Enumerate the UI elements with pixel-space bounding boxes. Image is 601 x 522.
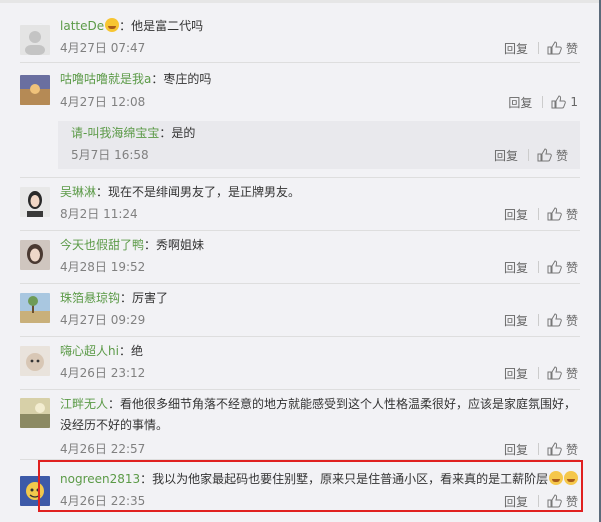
- reply-button[interactable]: 回复: [504, 206, 528, 223]
- timestamp: 5月7日 16:58: [71, 148, 149, 162]
- avatar-cat[interactable]: [20, 346, 50, 376]
- like-button[interactable]: 赞: [566, 312, 578, 329]
- comment-actions: 回复 赞: [504, 312, 578, 328]
- comment-text: 珠箔悬琼钩：厉害了: [60, 291, 169, 305]
- timestamp: 4月26日 22:57: [60, 442, 146, 456]
- comment-body: 是的: [171, 126, 196, 140]
- thumbs-up-icon[interactable]: [551, 95, 567, 109]
- comment-body: 厉害了: [132, 291, 169, 305]
- action-divider: [537, 367, 539, 379]
- action-divider: [542, 96, 544, 108]
- comment-body: 他是富二代吗: [131, 19, 204, 33]
- comment-actions: 回复 赞: [504, 206, 578, 222]
- timestamp: 8月2日 11:24: [60, 207, 138, 221]
- sub-reply-block: 请-叫我海绵宝宝：是的 5月7日 16:58 回复 赞: [58, 121, 580, 169]
- comment-actions: 回复 赞: [504, 365, 578, 381]
- comment-actions: 回复 1: [508, 94, 578, 110]
- comment-body: 秀啊姐妹: [156, 238, 205, 252]
- comment-body: 现在不是绯闻男友了，是正牌男友。: [108, 185, 301, 199]
- comment-actions: 回复 赞: [504, 441, 578, 457]
- timestamp: 4月26日 23:12: [60, 366, 146, 380]
- comment-text: 吴琳淋：现在不是绯闻男友了，是正牌男友。: [60, 185, 301, 199]
- avatar-portrait[interactable]: [20, 187, 50, 217]
- username-link[interactable]: 吴琳淋: [60, 185, 96, 199]
- comment-item: 吴琳淋：现在不是绯闻男友了，是正牌男友。 8月2日 11:24 回复 赞: [0, 178, 596, 231]
- like-button[interactable]: 赞: [566, 441, 578, 458]
- thumbs-up-icon[interactable]: [547, 260, 562, 274]
- like-count[interactable]: 1: [570, 95, 578, 109]
- thumbs-up-icon[interactable]: [547, 313, 562, 327]
- username-link[interactable]: 嗨心超人hi: [60, 344, 119, 358]
- action-divider: [537, 208, 539, 220]
- avatar-landscape[interactable]: [20, 293, 50, 323]
- comment-text: 咕噜咕噜就是我a：枣庄的吗: [60, 72, 212, 86]
- reply-button[interactable]: 回复: [504, 40, 528, 57]
- comment-item: 珠箔悬琼钩：厉害了 4月27日 09:29 回复 赞: [0, 284, 596, 337]
- thumbs-up-icon[interactable]: [547, 442, 562, 456]
- reply-button[interactable]: 回复: [494, 147, 518, 164]
- reply-button[interactable]: 回复: [504, 441, 528, 458]
- comment-actions: 回复 赞: [504, 259, 578, 275]
- comment-item: 江畔无人：看他很多细节角落不经意的地方就能感受到这个人性格温柔很好，应该是家庭氛…: [0, 390, 596, 460]
- action-divider: [527, 149, 529, 161]
- timestamp: 4月28日 19:52: [60, 260, 146, 274]
- thumbs-up-icon[interactable]: [537, 148, 552, 162]
- vip-badge-icon: [105, 18, 120, 32]
- username-link[interactable]: 咕噜咕噜就是我a: [60, 72, 151, 86]
- comment-text: 今天也假甜了鸭：秀啊姐妹: [60, 238, 205, 252]
- username-link[interactable]: latteDe: [60, 19, 104, 33]
- highlight-annotation: [38, 460, 583, 512]
- thumbs-up-icon[interactable]: [547, 207, 562, 221]
- like-button[interactable]: 赞: [566, 259, 578, 276]
- like-button[interactable]: 赞: [566, 40, 578, 57]
- reply-button[interactable]: 回复: [508, 94, 532, 111]
- comment-item: latteDe ：他是富二代吗 4月27日 07:47 回复 赞: [0, 3, 596, 63]
- timestamp: 4月27日 12:08: [60, 95, 146, 109]
- like-button[interactable]: 赞: [566, 365, 578, 382]
- thumbs-up-icon[interactable]: [547, 41, 562, 55]
- comment-text: 江畔无人：看他很多细节角落不经意的地方就能感受到这个人性格温柔很好，应该是家庭氛…: [60, 397, 577, 432]
- username-link[interactable]: 请-叫我海绵宝宝: [71, 126, 159, 140]
- comment-item: 今天也假甜了鸭：秀啊姐妹 4月28日 19:52 回复 赞: [0, 231, 596, 284]
- action-divider: [537, 261, 539, 273]
- comment-body: 看他很多细节角落不经意的地方就能感受到这个人性格温柔很好，应该是家庭氛围好，没经…: [60, 397, 577, 432]
- reply-button[interactable]: 回复: [504, 365, 528, 382]
- comment-item: 嗨心超人hi：绝 4月26日 23:12 回复 赞: [0, 337, 596, 390]
- comment-text: latteDe ：他是富二代吗: [60, 18, 204, 33]
- comment-text: 请-叫我海绵宝宝：是的: [71, 126, 196, 140]
- comment-actions: 回复 赞: [504, 40, 578, 56]
- avatar-scene[interactable]: [20, 398, 50, 428]
- like-button[interactable]: 赞: [566, 206, 578, 223]
- thumbs-up-icon[interactable]: [547, 366, 562, 380]
- comment-actions: 回复 赞: [494, 147, 568, 163]
- timestamp: 4月27日 07:47: [60, 41, 146, 55]
- comment-body: 绝: [130, 344, 143, 358]
- action-divider: [537, 314, 539, 326]
- action-divider: [537, 443, 539, 455]
- reply-button[interactable]: 回复: [504, 312, 528, 329]
- timestamp: 4月27日 09:29: [60, 313, 146, 327]
- comment-body: 枣庄的吗: [163, 72, 212, 86]
- avatar-default[interactable]: [20, 25, 50, 55]
- username-link[interactable]: 江畔无人: [60, 397, 108, 411]
- comment-text: 嗨心超人hi：绝: [60, 344, 143, 358]
- action-divider: [537, 42, 539, 54]
- username-link[interactable]: 珠箔悬琼钩: [60, 291, 120, 305]
- avatar-girl[interactable]: [20, 240, 50, 270]
- like-button[interactable]: 赞: [556, 147, 568, 164]
- avatar-sunset[interactable]: [20, 75, 50, 105]
- reply-button[interactable]: 回复: [504, 259, 528, 276]
- username-link[interactable]: 今天也假甜了鸭: [60, 238, 144, 252]
